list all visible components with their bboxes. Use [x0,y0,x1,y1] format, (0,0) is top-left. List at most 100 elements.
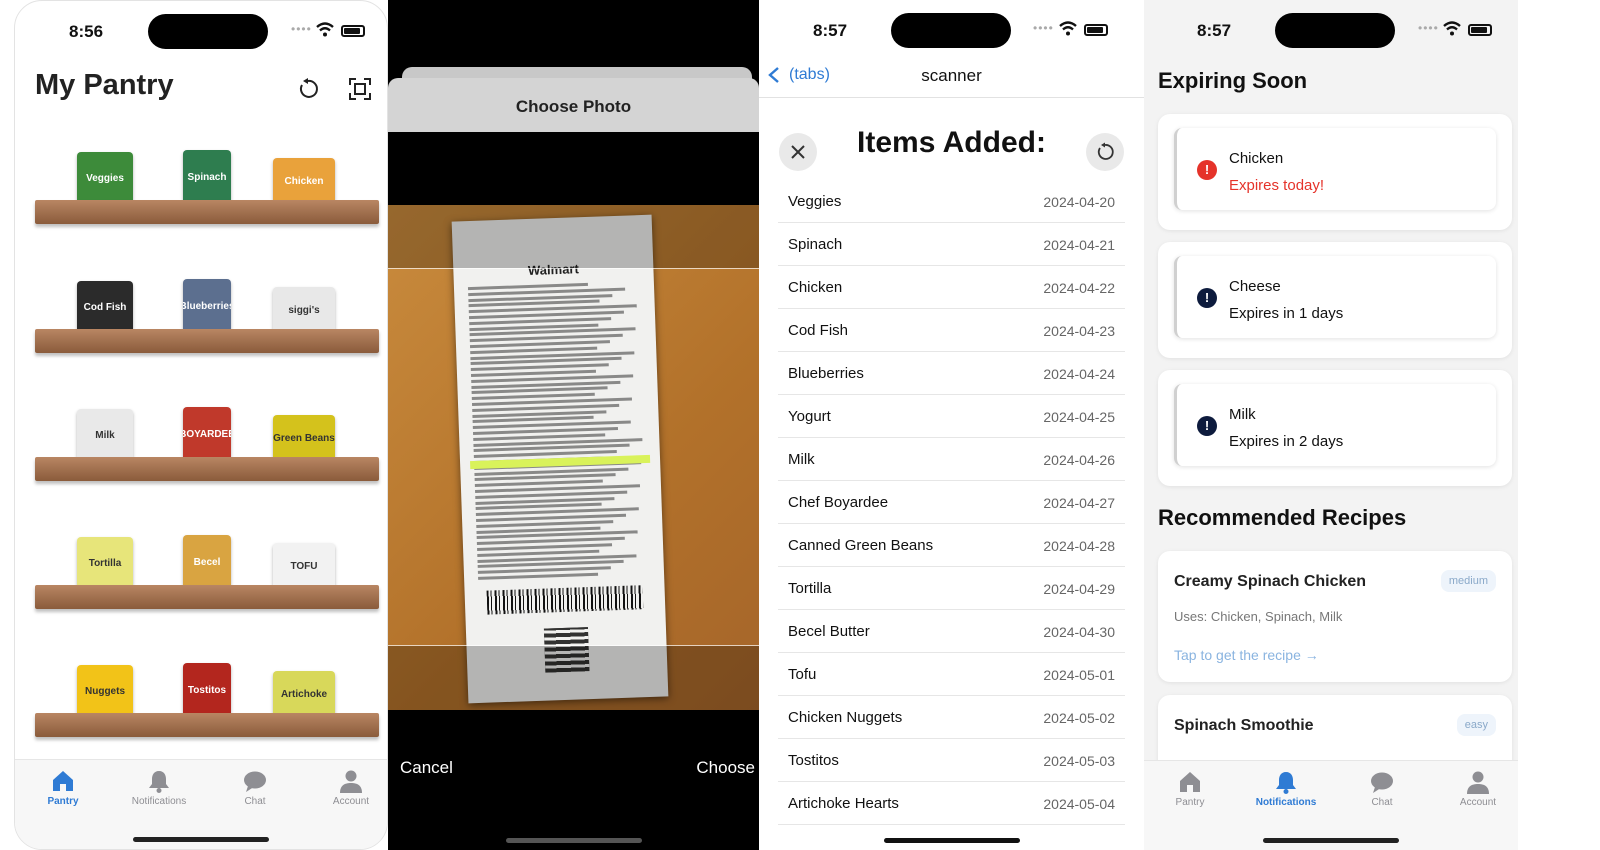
item-date: 2024-04-20 [1043,194,1115,210]
expiring-item-name: Cheese [1229,278,1281,295]
pantry-product[interactable]: Tortilla [77,537,133,589]
recipe-name: Spinach Smoothie [1174,717,1314,734]
tab-account[interactable]: Account [305,768,387,807]
pantry-product[interactable]: Artichoke [273,671,335,717]
pantry-product[interactable]: Becel [183,535,231,589]
status-time: 8:57 [813,21,848,40]
item-name: Chef Boyardee [788,494,889,511]
items-list: Veggies 2024-04-20 Spinach 2024-04-21 Chicke… [778,180,1125,825]
close-button[interactable] [779,133,817,171]
pantry-product[interactable]: siggi's [273,287,335,333]
item-name: Chicken Nuggets [788,709,903,726]
list-item[interactable]: Yogurt 2024-04-25 [778,395,1125,438]
item-date: 2024-05-02 [1043,710,1115,726]
list-item[interactable]: Chef Boyardee 2024-04-27 [778,481,1125,524]
home-indicator [505,838,642,843]
tab-bar: Pantry Notifications Chat Account [1144,760,1518,850]
shelf-board [35,585,379,609]
tab-pantry[interactable]: Pantry [1144,769,1236,808]
alert-icon: ! [1197,160,1217,180]
cancel-button[interactable]: Cancel [400,758,453,778]
tab-chat[interactable]: Chat [209,768,301,807]
status-bar: 8:57 •••• [1144,0,1518,60]
pantry-product[interactable]: TOFU [273,543,335,589]
pantry-product[interactable]: Chicken [273,158,335,204]
list-item[interactable]: Blueberries 2024-04-24 [778,352,1125,395]
list-item[interactable]: Cod Fish 2024-04-23 [778,309,1125,352]
pantry-product[interactable]: Milk [77,409,133,461]
list-item[interactable]: Canned Green Beans 2024-04-28 [778,524,1125,567]
pantry-product[interactable]: Veggies [77,152,133,204]
list-item[interactable]: Spinach 2024-04-21 [778,223,1125,266]
tab-chat[interactable]: Chat [1336,769,1428,808]
pantry-product[interactable]: Green Beans [273,415,335,461]
pantry-product[interactable]: Blueberries [183,279,231,333]
pantry-product[interactable]: Tostitos [183,663,231,717]
list-item[interactable]: Milk 2024-04-26 [778,438,1125,481]
crop-line-top[interactable] [388,268,759,269]
choose-button[interactable]: Choose [696,758,755,778]
nav-title: scanner [921,66,982,85]
receipt-image: Walmart [451,214,669,704]
list-item[interactable]: Tostitos 2024-05-03 [778,739,1125,782]
shelf-row: Veggies Spinach Chicken [35,134,379,224]
refresh-button[interactable] [1086,133,1124,171]
get-recipe-link[interactable]: Tap to get the recipe → [1174,647,1319,663]
pantry-product[interactable]: Spinach [183,150,231,204]
list-item[interactable]: Becel Butter 2024-04-30 [778,610,1125,653]
expiring-card[interactable]: ! Cheese Expires in 1 days [1158,242,1512,358]
difficulty-badge: medium [1440,570,1496,592]
list-item[interactable]: Tortilla 2024-04-29 [778,567,1125,610]
pantry-product[interactable]: Cod Fish [77,281,133,333]
list-item[interactable]: Chicken Nuggets 2024-05-02 [778,696,1125,739]
status-time: 8:57 [1197,21,1232,40]
person-icon [340,770,362,793]
list-item[interactable]: Chicken 2024-04-22 [778,266,1125,309]
receipt-line [478,572,599,580]
person-icon [1467,771,1489,794]
dynamic-island [891,13,1011,48]
house-icon [53,771,73,791]
item-name: Cod Fish [788,322,849,339]
item-date: 2024-04-23 [1043,323,1115,339]
shelf-board [35,200,379,224]
item-name: Milk [788,451,815,468]
pantry-product[interactable]: Nuggets [77,665,133,717]
bell-icon [1276,772,1296,794]
tab-bar: Pantry Notifications Chat Account [15,759,387,849]
tab-notifications[interactable]: Notifications [1240,769,1332,808]
alert-icon: ! [1197,288,1217,308]
item-name: Yogurt [788,408,831,425]
refresh-icon[interactable] [296,77,320,101]
expiring-card[interactable]: ! Chicken Expires today! [1158,114,1512,230]
item-date: 2024-04-28 [1043,538,1115,554]
item-date: 2024-05-03 [1043,753,1115,769]
expiring-item-status: Expires in 2 days [1229,433,1344,450]
recipe-card[interactable]: Creamy Spinach Chicken medium Uses: Chic… [1158,551,1512,682]
expiring-item: ! Milk Expires in 2 days [1174,384,1496,466]
tab-pantry[interactable]: Pantry [17,768,109,807]
pantry-screen: 8:56 •••• My Pantry Veggies Spinach Chicke… [14,0,388,850]
chat-bubble-icon [1371,772,1393,793]
item-name: Tortilla [788,580,832,597]
crop-line-bottom[interactable] [388,645,759,646]
item-date: 2024-04-21 [1043,237,1115,253]
shelf-board [35,713,379,737]
list-item[interactable]: Veggies 2024-04-20 [778,180,1125,223]
recipe-name: Creamy Spinach Chicken [1174,573,1367,590]
house-icon [1180,772,1200,792]
scan-icon[interactable] [348,77,372,101]
pantry-product[interactable]: BOYARDEE [183,407,231,461]
shelf-board [35,457,379,481]
battery-icon [341,25,365,37]
item-date: 2024-04-25 [1043,409,1115,425]
expiring-card[interactable]: ! Milk Expires in 2 days [1158,370,1512,486]
list-item[interactable]: Tofu 2024-05-01 [778,653,1125,696]
tab-account[interactable]: Account [1432,769,1518,808]
list-item[interactable]: Artichoke Hearts 2024-05-04 [778,782,1125,825]
tab-label: Notifications [131,796,187,807]
tab-notifications[interactable]: Notifications [113,768,205,807]
tab-label: Pantry [1175,797,1205,808]
item-date: 2024-04-22 [1043,280,1115,296]
recipe-ingredients: Uses: Chicken, Spinach, Milk [1174,609,1343,624]
